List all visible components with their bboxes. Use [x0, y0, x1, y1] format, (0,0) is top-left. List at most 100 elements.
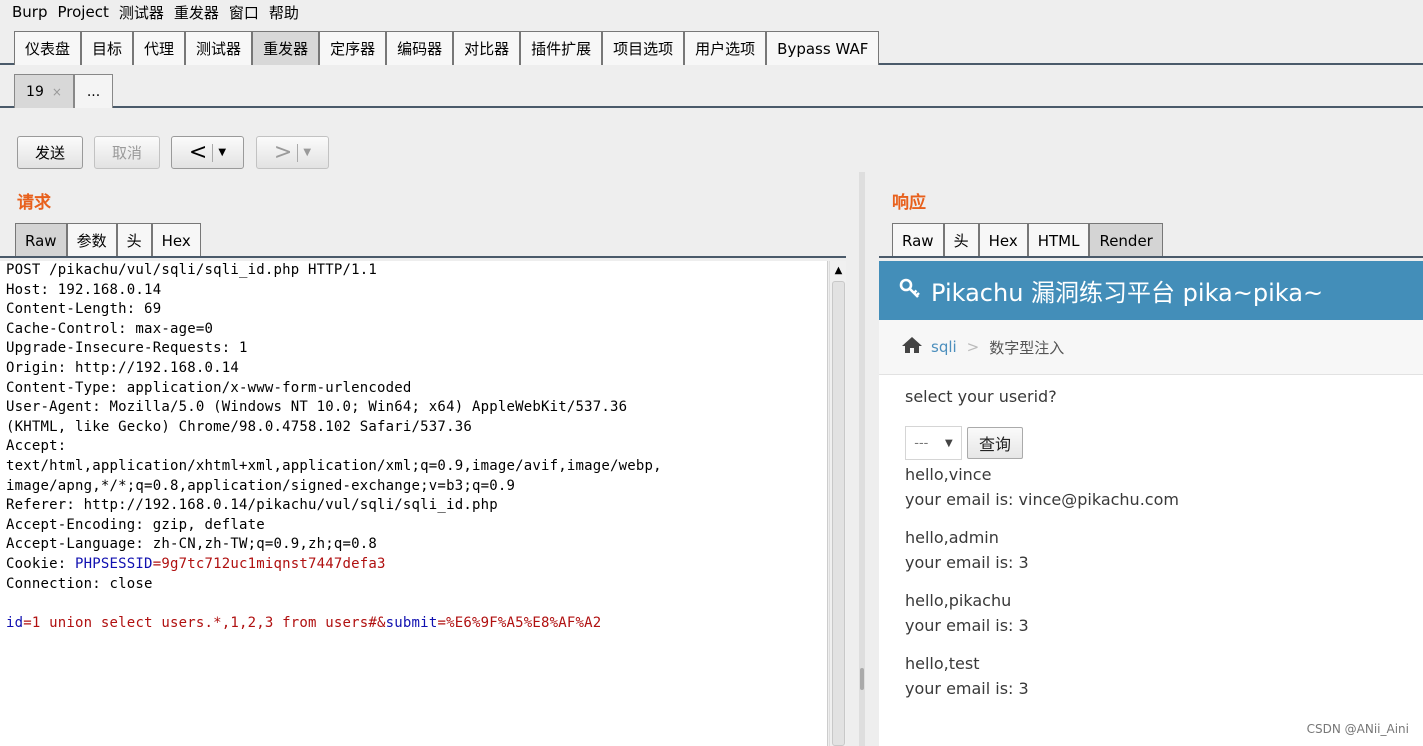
response-tab-underline — [879, 256, 1423, 258]
repeater-tab-19[interactable]: 19 × — [14, 74, 74, 108]
chevron-down-icon[interactable]: ▼ — [218, 147, 226, 158]
new-tab-button[interactable]: ... — [74, 74, 113, 108]
pikachu-header: Pikachu 漏洞练习平台 pika~pika~ — [879, 261, 1423, 320]
menu-repeater[interactable]: 重发器 — [174, 2, 219, 23]
breadcrumb: sqli > 数字型注入 — [879, 320, 1423, 375]
response-tab-hex[interactable]: Hex — [978, 223, 1028, 257]
tab-repeater[interactable]: 重发器 — [252, 31, 320, 65]
tab-decoder[interactable]: 编码器 — [386, 31, 454, 65]
chevron-left-icon: < — [188, 139, 208, 165]
tab-dashboard[interactable]: 仪表盘 — [14, 31, 82, 65]
tab-target[interactable]: 目标 — [81, 31, 134, 65]
request-line: User-Agent: Mozilla/5.0 (Windows NT 10.0… — [6, 399, 628, 416]
request-tab-params[interactable]: 参数 — [66, 223, 117, 257]
menu-intruder[interactable]: 测试器 — [119, 2, 164, 23]
request-line: Connection: close — [6, 575, 153, 592]
request-tab-hex[interactable]: Hex — [151, 223, 201, 257]
request-tabs: Raw 参数 头 Hex — [15, 223, 201, 257]
param-id-name: id — [6, 614, 24, 631]
tab-sequencer[interactable]: 定序器 — [319, 31, 387, 65]
cookie-name: PHPSESSID — [75, 555, 153, 572]
request-tab-underline — [0, 256, 846, 258]
request-editor[interactable]: POST /pikachu/vul/sqli/sqli_id.php HTTP/… — [0, 261, 828, 746]
cookie-value: =9g7tc712uc1miqnst7447defa3 — [152, 555, 386, 572]
request-title: 请求 — [17, 193, 51, 213]
result-email: your email is: vince@pikachu.com — [905, 490, 1179, 509]
request-line: Content-Type: application/x-www-form-url… — [6, 379, 412, 396]
tab-bypass-waf[interactable]: Bypass WAF — [766, 31, 880, 65]
result-email: your email is: 3 — [905, 553, 1029, 572]
chevron-down-icon[interactable]: ▼ — [303, 147, 311, 158]
request-line: text/html,application/xhtml+xml,applicat… — [6, 457, 662, 474]
request-line: image/apng,*/*;q=0.8,application/signed-… — [6, 477, 516, 494]
breadcrumb-current: 数字型注入 — [989, 338, 1065, 357]
param-id-value: =1 union select users.*,1,2,3 from users… — [23, 614, 386, 631]
menu-help[interactable]: 帮助 — [269, 2, 299, 23]
pikachu-title: Pikachu 漏洞练习平台 pika~pika~ — [931, 279, 1324, 307]
request-blank-line — [0, 594, 827, 614]
request-tab-headers[interactable]: 头 — [116, 223, 152, 257]
send-button[interactable]: 发送 — [17, 136, 83, 169]
userid-form: --- ▼ 查询 — [905, 426, 1423, 460]
panel-splitter[interactable] — [859, 172, 865, 746]
query-button[interactable]: 查询 — [967, 427, 1023, 459]
key-icon — [899, 277, 921, 305]
userid-prompt: select your userid? — [905, 387, 1057, 406]
select-value: --- — [914, 435, 929, 451]
tab-project-options[interactable]: 项目选项 — [602, 31, 685, 65]
result-item: hello,vince your email is: vince@pikachu… — [905, 462, 1423, 512]
forward-button[interactable]: > ▼ — [256, 136, 329, 169]
response-tab-headers[interactable]: 头 — [943, 223, 979, 257]
tab-extender[interactable]: 插件扩展 — [520, 31, 603, 65]
splitter-grip[interactable] — [860, 668, 864, 690]
cookie-prefix: Cookie: — [6, 555, 76, 572]
tab-comparer[interactable]: 对比器 — [453, 31, 521, 65]
key-icon-svg — [899, 278, 920, 298]
button-divider — [212, 143, 214, 162]
repeater-tab-bar: 19 × ... — [0, 74, 1423, 108]
chevron-right-icon: > — [966, 338, 980, 356]
request-cookie-line: Cookie: PHPSESSID=9g7tc712uc1miqnst7447d… — [0, 555, 827, 575]
request-scrollbar[interactable]: ▲ — [829, 261, 846, 746]
result-hello: hello,vince — [905, 465, 992, 484]
tab-proxy[interactable]: 代理 — [133, 31, 186, 65]
tab-intruder[interactable]: 测试器 — [185, 31, 253, 65]
request-body-line: id=1 union select users.*,1,2,3 from use… — [0, 614, 827, 634]
request-line: Accept-Encoding: gzip, deflate — [6, 516, 265, 533]
result-item: hello,test your email is: 3 — [905, 651, 1423, 701]
result-email: your email is: 3 — [905, 616, 1029, 635]
response-tab-render[interactable]: Render — [1089, 223, 1163, 257]
response-tab-html[interactable]: HTML — [1027, 223, 1090, 257]
result-hello: hello,pikachu — [905, 591, 1012, 610]
result-item: hello,admin your email is: 3 — [905, 525, 1423, 575]
request-line: Cache-Control: max-age=0 — [6, 320, 214, 337]
response-tab-raw[interactable]: Raw — [892, 223, 944, 257]
back-button[interactable]: < ▼ — [171, 136, 244, 169]
request-line: Content-Length: 69 — [6, 301, 162, 318]
scrollbar-thumb[interactable] — [832, 281, 845, 746]
tab-user-options[interactable]: 用户选项 — [684, 31, 767, 65]
request-line: Upgrade-Insecure-Requests: 1 — [6, 340, 248, 357]
menu-burp[interactable]: Burp — [12, 3, 48, 21]
render-content: select your userid? --- ▼ 查询 hello,vince… — [879, 387, 1423, 701]
result-email: your email is: 3 — [905, 679, 1029, 698]
request-line: POST /pikachu/vul/sqli/sqli_id.php HTTP/… — [6, 262, 378, 278]
menu-project[interactable]: Project — [58, 3, 109, 21]
request-line: (KHTML, like Gecko) Chrome/98.0.4758.102… — [6, 418, 472, 435]
cancel-button[interactable]: 取消 — [94, 136, 160, 169]
userid-select[interactable]: --- ▼ — [905, 426, 962, 460]
burp-window: Burp Project 测试器 重发器 窗口 帮助 仪表盘 目标 代理 测试器… — [0, 0, 1423, 746]
home-icon[interactable] — [901, 336, 923, 359]
result-hello: hello,test — [905, 654, 980, 673]
button-divider — [297, 143, 299, 162]
menu-window[interactable]: 窗口 — [229, 2, 259, 23]
scroll-up-icon[interactable]: ▲ — [830, 261, 847, 279]
request-line: Referer: http://192.168.0.14/pikachu/vul… — [6, 497, 498, 514]
breadcrumb-link-sqli[interactable]: sqli — [931, 338, 957, 356]
close-icon[interactable]: × — [52, 85, 62, 99]
main-tab-bar: 仪表盘 目标 代理 测试器 重发器 定序器 编码器 对比器 插件扩展 项目选项 … — [0, 31, 1423, 65]
request-line: Host: 192.168.0.14 — [6, 281, 162, 298]
response-title: 响应 — [892, 193, 926, 213]
request-tab-raw[interactable]: Raw — [15, 223, 67, 257]
result-hello: hello,admin — [905, 528, 999, 547]
